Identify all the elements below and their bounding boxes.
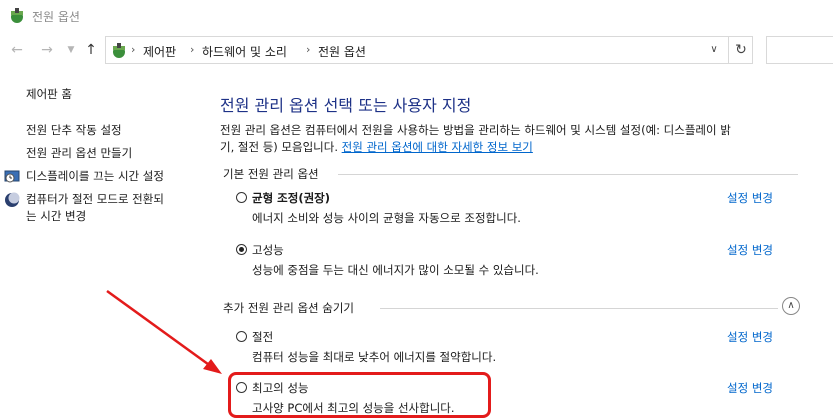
change-settings-balanced-link[interactable]: 설정 변경 — [727, 190, 773, 206]
breadcrumb-separator-icon: › — [131, 43, 136, 56]
forward-arrow-icon[interactable]: → — [38, 41, 56, 59]
refresh-icon[interactable]: ↻ — [728, 37, 753, 63]
sidebar: 제어판 홈 전원 단추 작동 설정 전원 관리 옵션 만들기 디스플레이를 끄는… — [0, 70, 200, 420]
change-settings-ultimate-performance-link[interactable]: 설정 변경 — [727, 380, 773, 396]
control-panel-icon — [110, 42, 128, 60]
plan-high-performance-name[interactable]: 고성능 — [252, 242, 284, 258]
sidebar-item-display-off[interactable]: 디스플레이를 끄는 시간 설정 — [26, 168, 164, 185]
change-settings-power-saver-link[interactable]: 설정 변경 — [727, 329, 773, 345]
group-divider — [338, 174, 798, 175]
breadcrumb-control-panel[interactable]: 제어판 — [143, 43, 176, 60]
sidebar-item-power-button[interactable]: 전원 단추 작동 설정 — [26, 122, 122, 139]
breadcrumb-power-options[interactable]: 전원 옵션 — [318, 43, 366, 60]
description-line2: 기, 절전 등) 모음입니다. — [220, 140, 342, 154]
window-title: 전원 옵션 — [32, 10, 80, 24]
sidebar-item-sleep-time-line2: 는 시간 변경 — [26, 209, 87, 223]
search-input[interactable] — [766, 36, 833, 64]
collapse-chevron-up-icon[interactable]: ∧ — [782, 297, 800, 315]
recent-locations-chevron-icon[interactable]: ▼ — [62, 41, 80, 59]
plan-balanced-description: 에너지 소비와 성능 사이의 균형을 자동으로 조정합니다. — [252, 211, 521, 225]
sidebar-item-sleep-time[interactable]: 컴퓨터가 절전 모드로 전환되 는 시간 변경 — [26, 191, 164, 225]
sidebar-item-control-panel-home[interactable]: 제어판 홈 — [26, 86, 72, 103]
clock-monitor-icon — [4, 169, 20, 185]
address-bar[interactable]: › 제어판 › 하드웨어 및 소리 › 전원 옵션 ∨ ↻ — [105, 36, 753, 64]
additional-plans-group-label: 추가 전원 관리 옵션 숨기기 — [223, 301, 355, 315]
radio-balanced[interactable] — [236, 192, 247, 203]
plan-high-performance-description: 성능에 중점을 두는 대신 에너지가 많이 소모될 수 있습니다. — [252, 263, 539, 277]
change-settings-high-performance-link[interactable]: 설정 변경 — [727, 242, 773, 258]
breadcrumb-hardware-sound[interactable]: 하드웨어 및 소리 — [202, 43, 287, 60]
radio-high-performance[interactable] — [236, 244, 247, 255]
power-options-icon — [8, 7, 26, 25]
description-line1: 전원 관리 옵션은 컴퓨터에서 전원을 사용하는 방법을 관리하는 하드웨어 및… — [220, 123, 731, 137]
breadcrumb-separator-icon: › — [306, 43, 311, 56]
plan-power-saver-name[interactable]: 절전 — [252, 329, 273, 345]
plan-power-saver-description: 컴퓨터 성능을 최대로 낮추어 에너지를 절약합니다. — [252, 350, 497, 364]
radio-power-saver[interactable] — [236, 331, 247, 342]
highlight-box — [228, 372, 491, 418]
breadcrumb-separator-icon: › — [190, 43, 195, 56]
page-description: 전원 관리 옵션은 컴퓨터에서 전원을 사용하는 방법을 관리하는 하드웨어 및… — [220, 122, 820, 156]
basic-plans-group-label: 기본 전원 관리 옵션 — [223, 167, 319, 181]
page-title: 전원 관리 옵션 선택 또는 사용자 지정 — [220, 96, 472, 115]
sidebar-item-create-plan[interactable]: 전원 관리 옵션 만들기 — [26, 145, 132, 162]
back-arrow-icon[interactable]: ← — [8, 41, 26, 59]
address-dropdown-icon[interactable]: ∨ — [702, 37, 726, 63]
plan-balanced-name[interactable]: 균형 조정(권장) — [252, 190, 330, 206]
group-divider — [380, 308, 778, 309]
sidebar-item-sleep-time-line1: 컴퓨터가 절전 모드로 전환되 — [26, 192, 164, 206]
title-bar: 전원 옵션 — [0, 0, 833, 34]
moon-icon — [4, 192, 20, 208]
learn-more-link[interactable]: 전원 관리 옵션에 대한 자세한 정보 보기 — [342, 140, 533, 154]
up-arrow-icon[interactable]: ↑ — [82, 41, 100, 59]
main-content: 전원 관리 옵션 선택 또는 사용자 지정 전원 관리 옵션은 컴퓨터에서 전원… — [220, 70, 833, 420]
